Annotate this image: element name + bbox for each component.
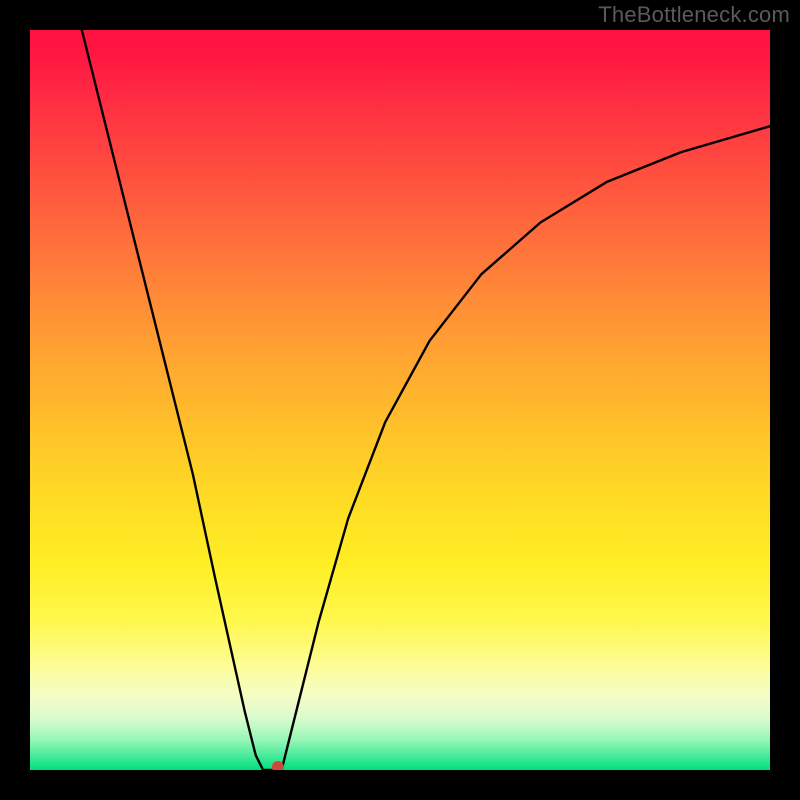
watermark-text: TheBottleneck.com xyxy=(598,2,790,28)
chart-frame: TheBottleneck.com xyxy=(0,0,800,800)
curve-left-branch xyxy=(82,30,282,770)
marker-dot xyxy=(272,761,284,770)
plot-area xyxy=(30,30,770,770)
curve-layer xyxy=(30,30,770,770)
curve-right-branch xyxy=(282,126,770,770)
